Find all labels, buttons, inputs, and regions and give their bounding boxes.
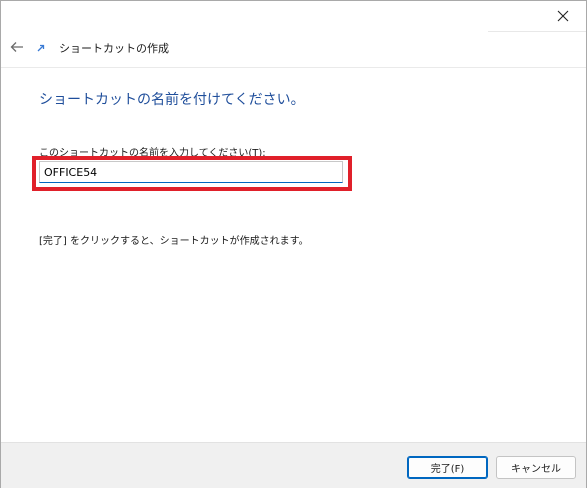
shortcut-name-input[interactable] (39, 161, 343, 183)
cancel-button[interactable]: キャンセル (496, 456, 576, 479)
titlebar-separator (488, 31, 586, 32)
create-shortcut-dialog: ショートカットの作成 ショートカットの名前を付けてください。 このショートカット… (0, 0, 587, 488)
close-icon (557, 10, 569, 22)
shortcut-name-label: このショートカットの名前を入力してください(T): (39, 148, 266, 159)
finish-instruction-text: [完了] をクリックすると、ショートカットが作成されます。 (39, 236, 309, 247)
back-arrow-icon (10, 42, 23, 52)
wizard-title: ショートカットの作成 (59, 42, 169, 55)
wizard-header: ショートカットの作成 (1, 33, 586, 65)
dialog-footer: 完了(F) キャンセル (1, 442, 586, 488)
close-button[interactable] (548, 5, 578, 27)
shortcut-arrow-icon (37, 44, 45, 52)
header-divider (1, 67, 586, 68)
finish-button[interactable]: 完了(F) (407, 456, 488, 479)
page-heading: ショートカットの名前を付けてください。 (39, 92, 305, 108)
back-button[interactable] (7, 37, 27, 57)
